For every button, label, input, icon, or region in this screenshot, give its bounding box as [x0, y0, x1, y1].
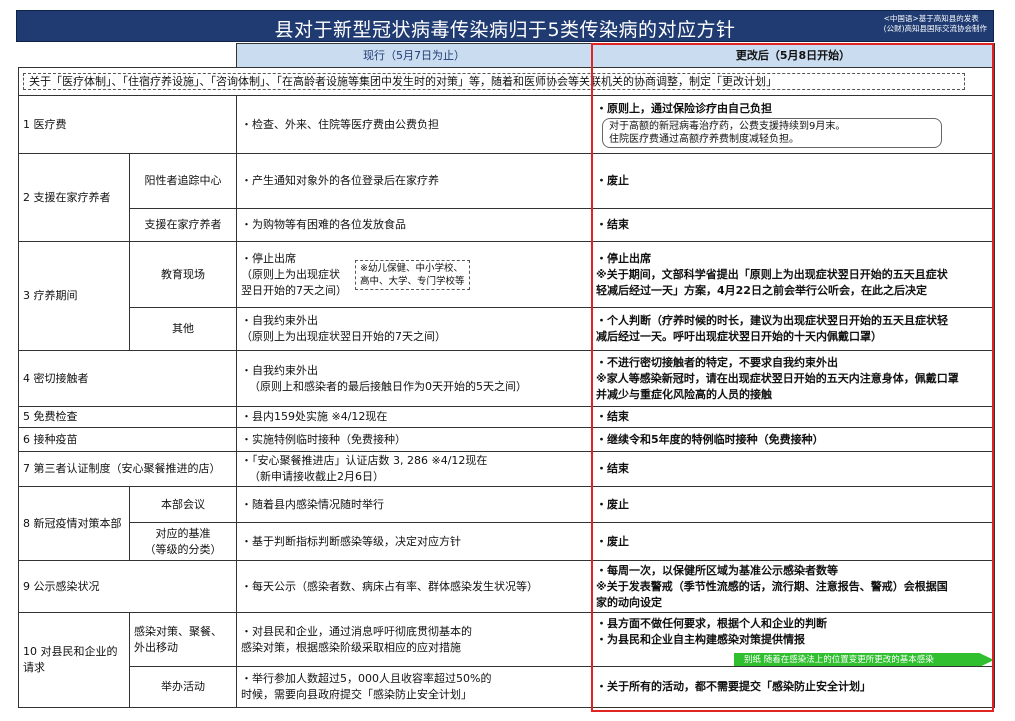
current-education: ・停止出席 （原则上为出现症状 翌日开始的7天之间） ※幼儿保健、中小学校、 高… — [236, 241, 592, 308]
table-row: 6 接种疫苗 ・实施特例临时接种（免费接种） ・继续令和5年度的特例临时接种（免… — [18, 427, 995, 452]
medical-fee-note: 对于高额的新冠病毒治疗药，公费支援持续到9月末。 住院医疗费通过高额疗养费制度减… — [602, 117, 942, 148]
new-hq-meeting: ・废止 — [591, 486, 995, 523]
current-medical-fee: ・检查、外来、住院等医疗费由公费负担 — [236, 95, 592, 154]
category-free-test: 5 免费检查 — [18, 406, 237, 428]
new-free-test: ・结束 — [591, 406, 995, 428]
new-education: ・停止出席 ※关于期间，文部科学省提出「原则上为出现症状翌日开始的五天且症状 轻… — [591, 241, 995, 308]
current-infection-status: ・每天公示（感染者数、病床占有率、群体感染发生状况等） — [236, 560, 592, 613]
page-title: 县对于新型冠状病毒传染病归于5类传染病的对应方针 — [274, 19, 736, 41]
sub-infection-measures: 感染对策、聚餐、 外出移动 — [129, 612, 237, 667]
table-row: 3 疗养期间 教育现场 ・停止出席 （原则上为出现症状 翌日开始的7天之间） ※… — [18, 241, 995, 351]
school-types-note: ※幼儿保健、中小学校、 高中、大学、专门学校等 — [355, 259, 470, 290]
current-tracing-center: ・产生通知对象外的各位登录后在家疗养 — [236, 153, 592, 209]
current-other: ・自我约束外出 （原则上为出现症状翌日开始的7天之间） — [236, 307, 592, 351]
intro-row: 关于「医疗体制」、「住宿疗养设施」、「咨询体制」、「在高龄者设施等集团中发生时的… — [18, 67, 995, 96]
source-note: <中国语>基于高知县的发表 (公财)高知县国际交流协会制作 — [884, 14, 987, 34]
source-line-2: (公财)高知县国际交流协会制作 — [883, 24, 987, 33]
page: 县对于新型冠状病毒传染病归于5类传染病的对应方针 <中国语>基于高知县的发表 (… — [0, 0, 1015, 721]
new-other: ・个人判断（疗养时候的时长，建议为出现症状翌日开始的五天且症状轻 减后经过一天。… — [591, 307, 995, 351]
table-row: 其他 ・自我约束外出 （原则上为出现症状翌日开始的7天之间） ・个人判断（疗养时… — [19, 307, 995, 351]
new-infection-status: ・每周一次，以保健所区域为基准公示感染者数等 ※关于发表警戒（季节性流感的话，流… — [591, 560, 995, 613]
new-medical-fee: ・原则上，通过保险诊疗由自己负担 对于高额的新冠病毒治疗药，公费支援持续到9月末… — [591, 95, 995, 154]
policy-table: 现行（5月7日为止） 更改后（5月8日开始） 关于「医疗体制」、「住宿疗养设施」… — [18, 43, 995, 708]
table-row: 5 免费检查 ・县内159处实施 ※4/12现在 ・结束 — [18, 406, 995, 428]
table-row: 对应的基准 （等级的分类） ・基于判断指标判断感染等级，决定对应方针 ・废止 — [19, 522, 995, 561]
new-tracing-center: ・废止 — [591, 153, 995, 209]
current-events: ・举行参加人数超过5，000人且收容率超过50%的 时候，需要向县政府提交「感染… — [236, 666, 592, 708]
table-row: 9 公示感染状况 ・每天公示（感染者数、病床占有率、群体感染发生状况等） ・每周… — [18, 560, 995, 613]
category-requests: 10 对县民和企业的 请求 — [18, 612, 130, 708]
sub-events: 举办活动 — [129, 666, 237, 708]
category-recuperation: 3 疗养期间 — [18, 241, 130, 351]
sub-tracing-center: 阳性者追踪中心 — [129, 153, 237, 209]
category-close-contact: 4 密切接触者 — [18, 350, 237, 407]
current-infection-measures: ・对县民和企业，通过消息呼吁彻底贯彻基本的 感染对策，根据感染阶级采取相应的应对… — [236, 612, 592, 667]
current-free-test: ・县内159处实施 ※4/12现在 — [236, 406, 592, 428]
sub-response-standard: 对应的基准 （等级的分类） — [129, 522, 237, 561]
source-line-1: <中国语>基于高知县的发表 — [883, 14, 979, 23]
table-row: 举办活动 ・举行参加人数超过5，000人且收容率超过50%的 时候，需要向县政府… — [19, 666, 995, 708]
category-home-care: 2 支援在家疗养者 — [18, 153, 130, 242]
sub-education: 教育现场 — [129, 241, 237, 308]
new-events: ・关于所有的活动，都不需要提交「感染防止安全计划」 — [591, 666, 995, 708]
category-medical-fee: 1 医疗费 — [18, 95, 237, 154]
table-row: 1 医疗费 ・检查、外来、住院等医疗费由公费负担 ・原则上，通过保险诊疗由自己负… — [18, 95, 995, 154]
current-close-contact: ・自我约束外出 （原则上和感染者的最后接触日作为0天开始的5天之间） — [236, 350, 592, 407]
title-banner: 县对于新型冠状病毒传染病归于5类传染病的对应方针 <中国语>基于高知县的发表 (… — [16, 10, 994, 42]
table-row: 4 密切接触者 ・自我约束外出 （原则上和感染者的最后接触日作为0天开始的5天之… — [18, 350, 995, 407]
current-home-care-support: ・为购物等有困难的各位发放食品 — [236, 208, 592, 242]
new-response-standard: ・废止 — [591, 522, 995, 561]
table-row: 7 第三者认证制度（安心聚餐推进的店） ・「安心聚餐推进店」认证店数 3, 28… — [18, 451, 995, 487]
sub-hq-meeting: 本部会议 — [129, 486, 237, 523]
current-response-standard: ・基于判断指标判断感染等级，决定对应方针 — [236, 522, 592, 561]
table-row: 2 支援在家疗养者 阳性者追踪中心 ・产生通知对象外的各位登录后在家疗养 ・废止 — [18, 153, 995, 242]
sub-other: 其他 — [129, 307, 237, 351]
table-row: 8 新冠疫情对策本部 本部会议 ・随着县内感染情况随时举行 ・废止 — [18, 486, 995, 561]
intro-text: 关于「医疗体制」、「住宿疗养设施」、「咨询体制」、「在高龄者设施等集团中发生时的… — [23, 73, 965, 90]
attachment-arrow-link[interactable]: 别纸 随着在感染法上的位置变更所更改的基本感染 — [734, 652, 994, 666]
sub-home-care-support: 支援在家疗养者 — [129, 208, 237, 242]
current-hq-meeting: ・随着县内感染情况随时举行 — [236, 486, 592, 523]
column-current: 现行（5月7日为止） — [236, 43, 592, 68]
current-certification: ・「安心聚餐推进店」认证店数 3, 286 ※4/12现在 （新申请接收截止2月… — [236, 451, 592, 487]
new-home-care-support: ・结束 — [591, 208, 995, 242]
current-vaccination: ・实施特例临时接种（免费接种） — [236, 427, 592, 452]
table-row: 支援在家疗养者 ・为购物等有困难的各位发放食品 ・结束 — [19, 208, 995, 242]
column-new: 更改后（5月8日开始） — [591, 43, 995, 68]
category-infection-status: 9 公示感染状况 — [18, 560, 237, 613]
new-infection-measures: ・县方面不做任何要求，根据个人和企业的判断 ・为县民和企业自主构建感染对策提供情… — [591, 612, 995, 667]
table-row: 10 对县民和企业的 请求 感染对策、聚餐、 外出移动 ・对县民和企业，通过消息… — [18, 612, 995, 708]
category-headquarters: 8 新冠疫情对策本部 — [18, 486, 130, 561]
category-vaccination: 6 接种疫苗 — [18, 427, 237, 452]
category-certification: 7 第三者认证制度（安心聚餐推进的店） — [18, 451, 237, 487]
new-certification: ・结束 — [591, 451, 995, 487]
new-close-contact: ・不进行密切接触者的特定，不要求自我约束外出 ※家人等感染新冠时，请在出现症状翌… — [591, 350, 995, 407]
new-vaccination: ・继续令和5年度的特例临时接种（免费接种） — [591, 427, 995, 452]
column-header-row: 现行（5月7日为止） 更改后（5月8日开始） — [18, 43, 995, 68]
